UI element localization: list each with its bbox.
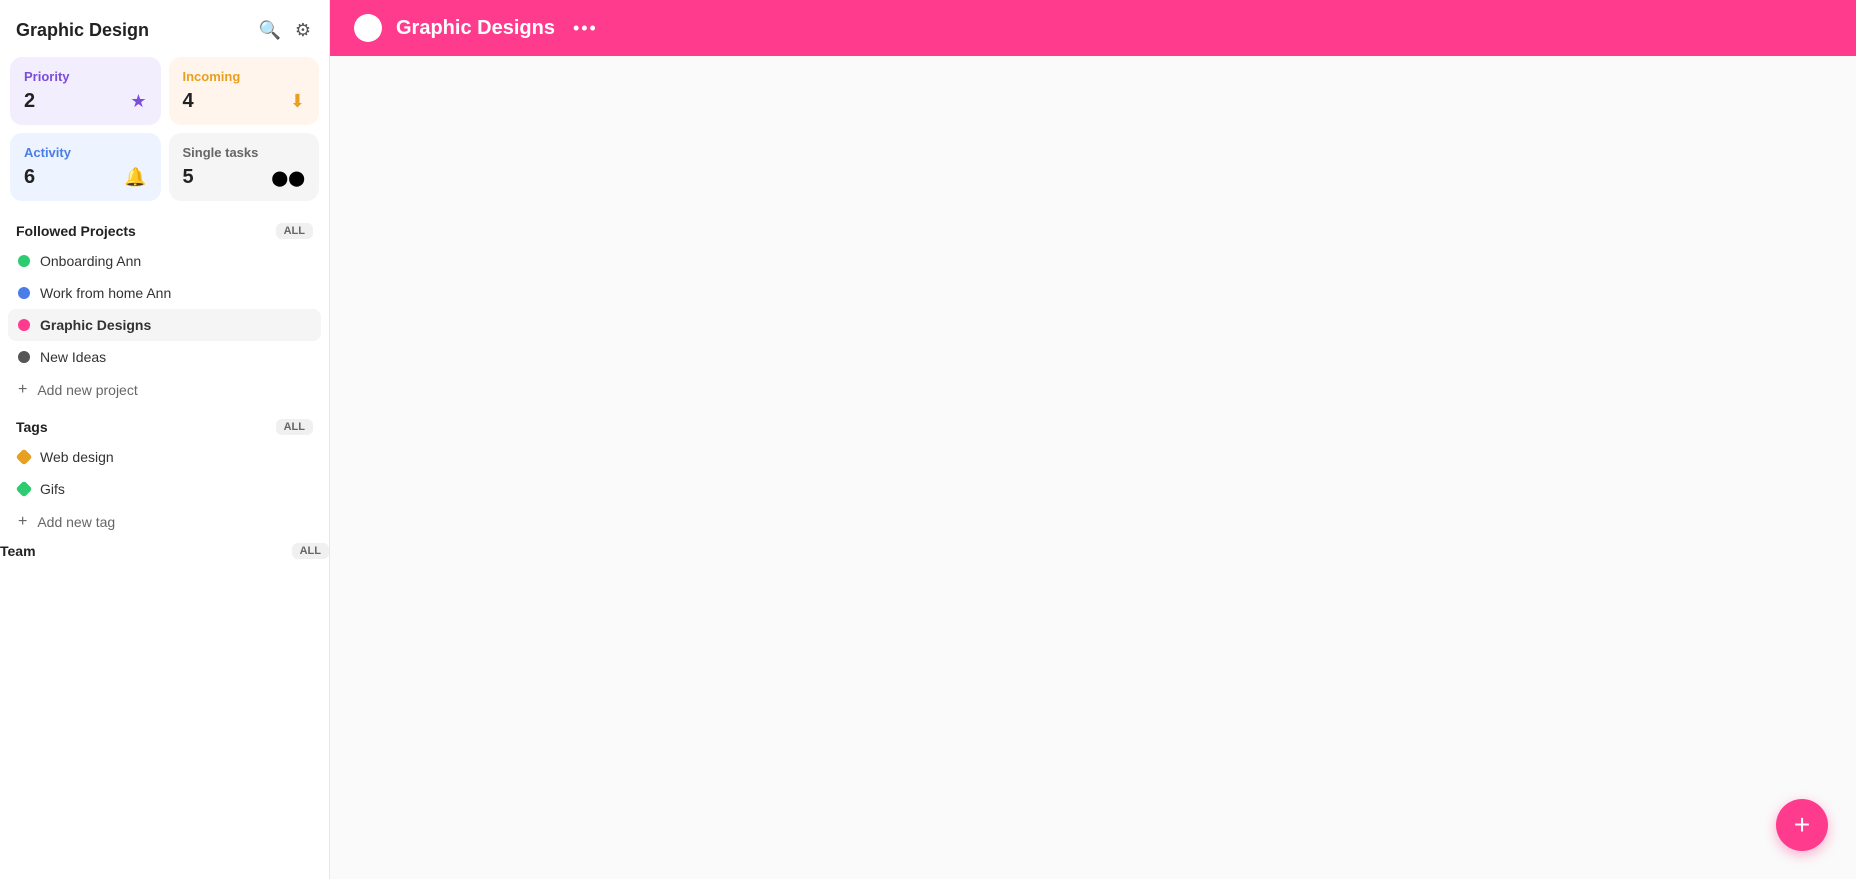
stat-count-activity: 6 (24, 166, 35, 189)
main-panel: Graphic Designs ••• (330, 0, 1856, 879)
stat-cards: Priority 2 ★ Incoming 4 ⬇ Activity 6 🔔 S… (0, 57, 329, 211)
project-name-new-ideas: New Ideas (40, 349, 106, 365)
stat-count-priority: 2 (24, 90, 35, 113)
project-dot-work-from-home (18, 287, 30, 299)
project-name-onboarding: Onboarding Ann (40, 253, 141, 269)
fab-add-button[interactable]: + (1776, 799, 1828, 851)
tag-list: Web design Gifs (0, 441, 329, 505)
stat-card-priority[interactable]: Priority 2 ★ (10, 57, 161, 125)
add-project-plus-icon: + (18, 381, 27, 399)
add-project-label: Add new project (37, 382, 137, 398)
bell-icon: 🔔 (124, 167, 146, 188)
project-dot-new-ideas (18, 351, 30, 363)
main-header: Graphic Designs ••• (330, 0, 1856, 56)
stat-count-single-tasks: 5 (183, 166, 194, 189)
followed-projects-all-button[interactable]: ALL (276, 223, 313, 239)
stat-label-single-tasks: Single tasks (183, 145, 306, 160)
add-tag-plus-icon: + (18, 513, 27, 531)
project-avatar (354, 14, 382, 42)
add-tag-label: Add new tag (37, 514, 115, 530)
sidebar: Graphic Design 🔍 ⚙ Priority 2 ★ Incoming… (0, 0, 330, 879)
people-icon: ⬤⬤ (271, 169, 305, 187)
followed-projects-title: Followed Projects (16, 223, 136, 239)
stat-bottom-single-tasks: 5 ⬤⬤ (183, 166, 306, 189)
stat-card-activity[interactable]: Activity 6 🔔 (10, 133, 161, 201)
stat-bottom-incoming: 4 ⬇ (183, 90, 306, 113)
more-options-icon[interactable]: ••• (573, 18, 598, 39)
sidebar-title: Graphic Design (16, 20, 149, 41)
stat-label-incoming: Incoming (183, 69, 306, 84)
tag-name-web-design: Web design (40, 449, 114, 465)
tags-header: Tags ALL (0, 407, 329, 441)
add-new-tag[interactable]: + Add new tag (0, 505, 329, 539)
followed-projects-header: Followed Projects ALL (0, 211, 329, 245)
tag-item-gifs[interactable]: Gifs (8, 473, 321, 505)
team-title: Team (0, 543, 36, 559)
stat-bottom-priority: 2 ★ (24, 90, 147, 113)
project-list: Onboarding Ann Work from home Ann Graphi… (0, 245, 329, 373)
sidebar-header: Graphic Design 🔍 ⚙ (0, 0, 329, 57)
tag-diamond-web-design (16, 449, 33, 466)
team-header: Team ALL (0, 539, 329, 571)
tag-diamond-gifs (16, 481, 33, 498)
stat-label-priority: Priority (24, 69, 147, 84)
gear-icon: ⚙ (295, 20, 311, 40)
tag-item-web-design[interactable]: Web design (8, 441, 321, 473)
sidebar-header-icons: 🔍 ⚙ (256, 18, 313, 43)
project-item-graphic-designs[interactable]: Graphic Designs (8, 309, 321, 341)
search-icon: 🔍 (258, 20, 280, 40)
stat-count-incoming: 4 (183, 90, 194, 113)
search-button[interactable]: 🔍 (256, 18, 282, 43)
project-name-work-from-home: Work from home Ann (40, 285, 171, 301)
project-item-new-ideas[interactable]: New Ideas (8, 341, 321, 373)
tags-title: Tags (16, 419, 48, 435)
star-icon: ★ (130, 91, 146, 112)
project-item-onboarding[interactable]: Onboarding Ann (8, 245, 321, 277)
inbox-icon: ⬇ (290, 91, 305, 112)
settings-button[interactable]: ⚙ (293, 18, 313, 43)
project-dot-graphic-designs (18, 319, 30, 331)
stat-label-activity: Activity (24, 145, 147, 160)
stat-bottom-activity: 6 🔔 (24, 166, 147, 189)
project-dot-onboarding (18, 255, 30, 267)
tags-all-button[interactable]: ALL (276, 419, 313, 435)
add-new-project[interactable]: + Add new project (0, 373, 329, 407)
project-name-graphic-designs: Graphic Designs (40, 317, 151, 333)
main-project-title: Graphic Designs (396, 17, 555, 40)
stat-card-incoming[interactable]: Incoming 4 ⬇ (169, 57, 320, 125)
team-all-button[interactable]: ALL (292, 543, 329, 559)
main-content (330, 56, 1856, 879)
stat-card-single-tasks[interactable]: Single tasks 5 ⬤⬤ (169, 133, 320, 201)
tag-name-gifs: Gifs (40, 481, 65, 497)
project-item-work-from-home[interactable]: Work from home Ann (8, 277, 321, 309)
